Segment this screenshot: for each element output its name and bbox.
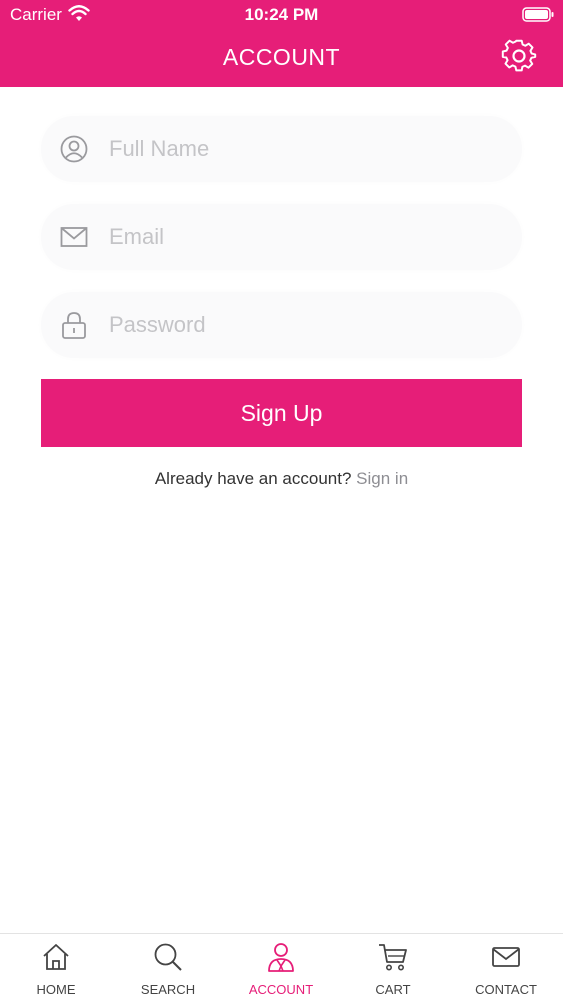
password-field[interactable]	[41, 292, 522, 358]
account-icon	[268, 943, 294, 972]
envelope-icon	[60, 227, 88, 247]
battery-icon	[522, 7, 554, 22]
tab-search[interactable]: SEARCH	[112, 934, 224, 1000]
tab-home[interactable]: HOME	[0, 934, 112, 1000]
tab-contact-label: CONTACT	[475, 982, 537, 997]
sign-in-prompt-text: Already have an account?	[154, 469, 352, 488]
mail-icon	[492, 947, 520, 967]
gear-icon[interactable]	[501, 38, 537, 74]
tab-cart[interactable]: CART	[337, 934, 449, 1000]
email-input[interactable]	[109, 204, 509, 270]
tab-cart-label: CART	[375, 982, 411, 997]
sign-up-button[interactable]: Sign Up	[41, 379, 522, 447]
user-circle-icon	[60, 135, 88, 163]
sign-in-link[interactable]: Sign in	[356, 469, 408, 488]
tab-home-label: HOME	[36, 982, 76, 997]
header: ACCOUNT	[0, 30, 563, 87]
tab-bar: HOME SEARCH ACCOUNT CART CONTACT	[0, 933, 563, 1000]
cart-icon	[379, 944, 407, 971]
full-name-field[interactable]	[41, 116, 522, 182]
tab-contact[interactable]: CONTACT	[450, 934, 562, 1000]
tab-search-label: SEARCH	[140, 982, 196, 997]
lock-icon	[62, 312, 86, 339]
tab-account[interactable]: ACCOUNT	[225, 934, 337, 1000]
home-icon	[43, 944, 69, 970]
password-input[interactable]	[109, 292, 509, 358]
email-field[interactable]	[41, 204, 522, 270]
sign-in-prompt: Already have an account? Sign in	[0, 469, 563, 489]
clock: 10:24 PM	[244, 5, 319, 24]
status-bar: Carrier 10:24 PM	[0, 0, 563, 30]
search-icon	[154, 943, 182, 971]
page-title: ACCOUNT	[222, 44, 341, 70]
full-name-input[interactable]	[109, 116, 509, 182]
tab-account-label: ACCOUNT	[248, 982, 314, 997]
